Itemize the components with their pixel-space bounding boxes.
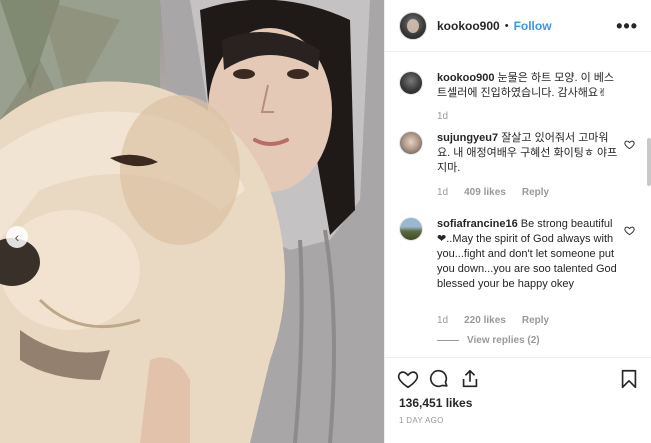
- avatar[interactable]: [399, 71, 423, 95]
- reply-button[interactable]: Reply: [522, 187, 549, 198]
- post-actions: 136,451 likes 1 DAY AGO: [385, 357, 651, 443]
- view-replies-button[interactable]: View replies (2): [437, 335, 540, 346]
- heart-icon[interactable]: [624, 139, 635, 150]
- separator-dot: •: [504, 19, 509, 32]
- comment-time[interactable]: 1d: [437, 315, 448, 326]
- chevron-left-icon[interactable]: ‹: [6, 226, 28, 248]
- comment-username[interactable]: sujungyeu7: [437, 132, 498, 144]
- comment-time[interactable]: 1d: [437, 187, 448, 198]
- divider: [437, 340, 459, 341]
- avatar[interactable]: [399, 11, 427, 40]
- caption-time[interactable]: 1d: [437, 111, 448, 122]
- post-date[interactable]: 1 DAY AGO: [399, 416, 444, 425]
- avatar[interactable]: [399, 131, 423, 155]
- follow-button[interactable]: Follow: [514, 19, 552, 33]
- likes-count[interactable]: 136,451 likes: [399, 396, 472, 410]
- comments-list[interactable]: kookoo900 눈물은 하트 모양. 이 베스트셀러에 진입하였습니다. 감…: [385, 53, 651, 356]
- scrollbar[interactable]: [647, 138, 651, 186]
- post-username[interactable]: kookoo900: [437, 19, 500, 33]
- comment-icon[interactable]: [428, 368, 450, 390]
- comment-likes[interactable]: 409 likes: [464, 187, 506, 198]
- caption-meta: 1d: [437, 111, 448, 122]
- avatar[interactable]: [399, 217, 423, 241]
- reply-button[interactable]: Reply: [522, 315, 549, 326]
- comment-username[interactable]: sofiafrancine16: [437, 218, 518, 230]
- share-icon[interactable]: [459, 368, 481, 390]
- bookmark-icon[interactable]: [618, 368, 640, 390]
- post-photo[interactable]: ‹: [0, 0, 384, 443]
- post-panel: kookoo900 • Follow ••• kookoo900 눈물은 하트 …: [384, 0, 651, 443]
- caption-text: kookoo900 눈물은 하트 모양. 이 베스트셀러에 진입하였습니다. 감…: [437, 71, 619, 101]
- heart-icon[interactable]: [624, 225, 635, 236]
- more-options-icon[interactable]: •••: [616, 17, 638, 35]
- comment-meta: 1d 220 likes Reply: [437, 315, 549, 326]
- post-header: kookoo900 • Follow •••: [385, 0, 651, 52]
- caption-username[interactable]: kookoo900: [437, 72, 494, 84]
- view-replies-label: View replies (2): [467, 335, 540, 346]
- comment-likes[interactable]: 220 likes: [464, 315, 506, 326]
- photo-illustration: [0, 0, 384, 443]
- heart-icon[interactable]: [397, 368, 419, 390]
- comment-text: sofiafrancine16 Be strong beautiful ❤..M…: [437, 217, 619, 292]
- comment-text: sujungyeu7 잘살고 있어줘서 고마워요. 내 애정여배우 구혜선 화이…: [437, 131, 619, 176]
- comment-meta: 1d 409 likes Reply: [437, 187, 549, 198]
